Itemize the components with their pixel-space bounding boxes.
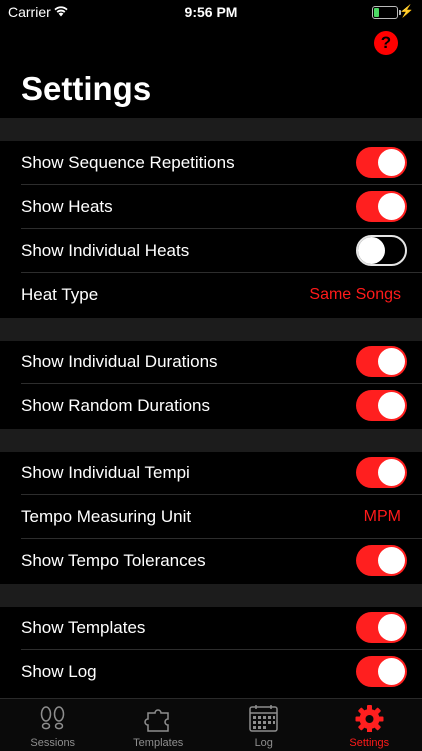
- tab-sessions[interactable]: Sessions: [0, 699, 106, 751]
- settings-row-label: Show Individual Durations: [21, 340, 218, 384]
- settings-row: Show Sequence Repetitions: [0, 141, 422, 185]
- settings-row: Show Random Durations: [0, 384, 422, 428]
- settings-row: Show Individual Durations: [0, 340, 422, 384]
- settings-row-label: Show Heats: [21, 185, 113, 229]
- settings-row: Show Individual Tempi: [0, 451, 422, 495]
- gear-icon: [317, 704, 422, 732]
- help-button[interactable]: ?: [374, 31, 398, 55]
- section-separator: [0, 584, 422, 607]
- toggle-knob: [378, 614, 405, 641]
- settings-row-label: Show Log: [21, 650, 97, 694]
- section-separator: [0, 429, 422, 452]
- tab-settings[interactable]: Settings: [317, 699, 422, 751]
- settings-row-label: Show Individual Heats: [21, 229, 189, 273]
- tab-label: Templates: [106, 737, 212, 749]
- settings-row-value[interactable]: Same Songs: [309, 273, 401, 317]
- calendar-icon: [211, 704, 316, 732]
- tab-log[interactable]: Log: [211, 699, 317, 751]
- toggle-switch[interactable]: [356, 457, 407, 488]
- charging-icon: ⚡: [399, 4, 414, 18]
- tab-label: Log: [211, 737, 317, 749]
- settings-row: Show Log: [0, 650, 422, 694]
- tab-bar: Sessions Templates Log: [0, 698, 422, 751]
- toggle-knob: [358, 237, 385, 264]
- settings-row-label: Show Individual Tempi: [21, 451, 190, 495]
- tab-label: Sessions: [0, 737, 106, 749]
- toggle-knob: [378, 392, 405, 419]
- puzzle-icon: [106, 704, 211, 732]
- toggle-knob: [378, 459, 405, 486]
- battery-icon: [372, 6, 398, 19]
- section-separator: [0, 318, 422, 341]
- footprints-icon: [0, 704, 105, 732]
- settings-row-label: Show Random Durations: [21, 384, 210, 428]
- settings-row: Show Individual Heats: [0, 229, 422, 273]
- toggle-switch[interactable]: [356, 235, 407, 266]
- toggle-knob: [378, 658, 405, 685]
- toggle-switch[interactable]: [356, 346, 407, 377]
- status-bar: Carrier 9:56 PM ⚡: [0, 0, 422, 24]
- toggle-switch[interactable]: [356, 612, 407, 643]
- settings-row-label: Tempo Measuring Unit: [21, 495, 191, 539]
- status-time: 9:56 PM: [0, 4, 422, 20]
- settings-row-value[interactable]: MPM: [364, 495, 401, 539]
- tab-templates[interactable]: Templates: [106, 699, 212, 751]
- toggle-switch[interactable]: [356, 656, 407, 687]
- settings-row-label: Show Sequence Repetitions: [21, 141, 235, 185]
- settings-row: Show Tempo Tolerances: [0, 539, 422, 583]
- toggle-knob: [378, 149, 405, 176]
- question-icon: ?: [381, 33, 391, 52]
- toggle-switch[interactable]: [356, 390, 407, 421]
- settings-row[interactable]: Heat Type Same Songs: [0, 273, 422, 317]
- settings-row-label: Show Templates: [21, 606, 145, 650]
- toggle-switch[interactable]: [356, 545, 407, 576]
- toggle-knob: [378, 193, 405, 220]
- settings-row: Show Heats: [0, 185, 422, 229]
- settings-row[interactable]: Tempo Measuring Unit MPM: [0, 495, 422, 539]
- settings-row-label: Show Tempo Tolerances: [21, 539, 206, 583]
- toggle-switch[interactable]: [356, 191, 407, 222]
- toggle-switch[interactable]: [356, 147, 407, 178]
- section-separator: [0, 118, 422, 141]
- tab-label: Settings: [317, 737, 422, 749]
- page-title: Settings: [21, 70, 151, 108]
- settings-row-label: Heat Type: [21, 273, 98, 317]
- toggle-knob: [378, 547, 405, 574]
- toggle-knob: [378, 348, 405, 375]
- settings-row: Show Templates: [0, 606, 422, 650]
